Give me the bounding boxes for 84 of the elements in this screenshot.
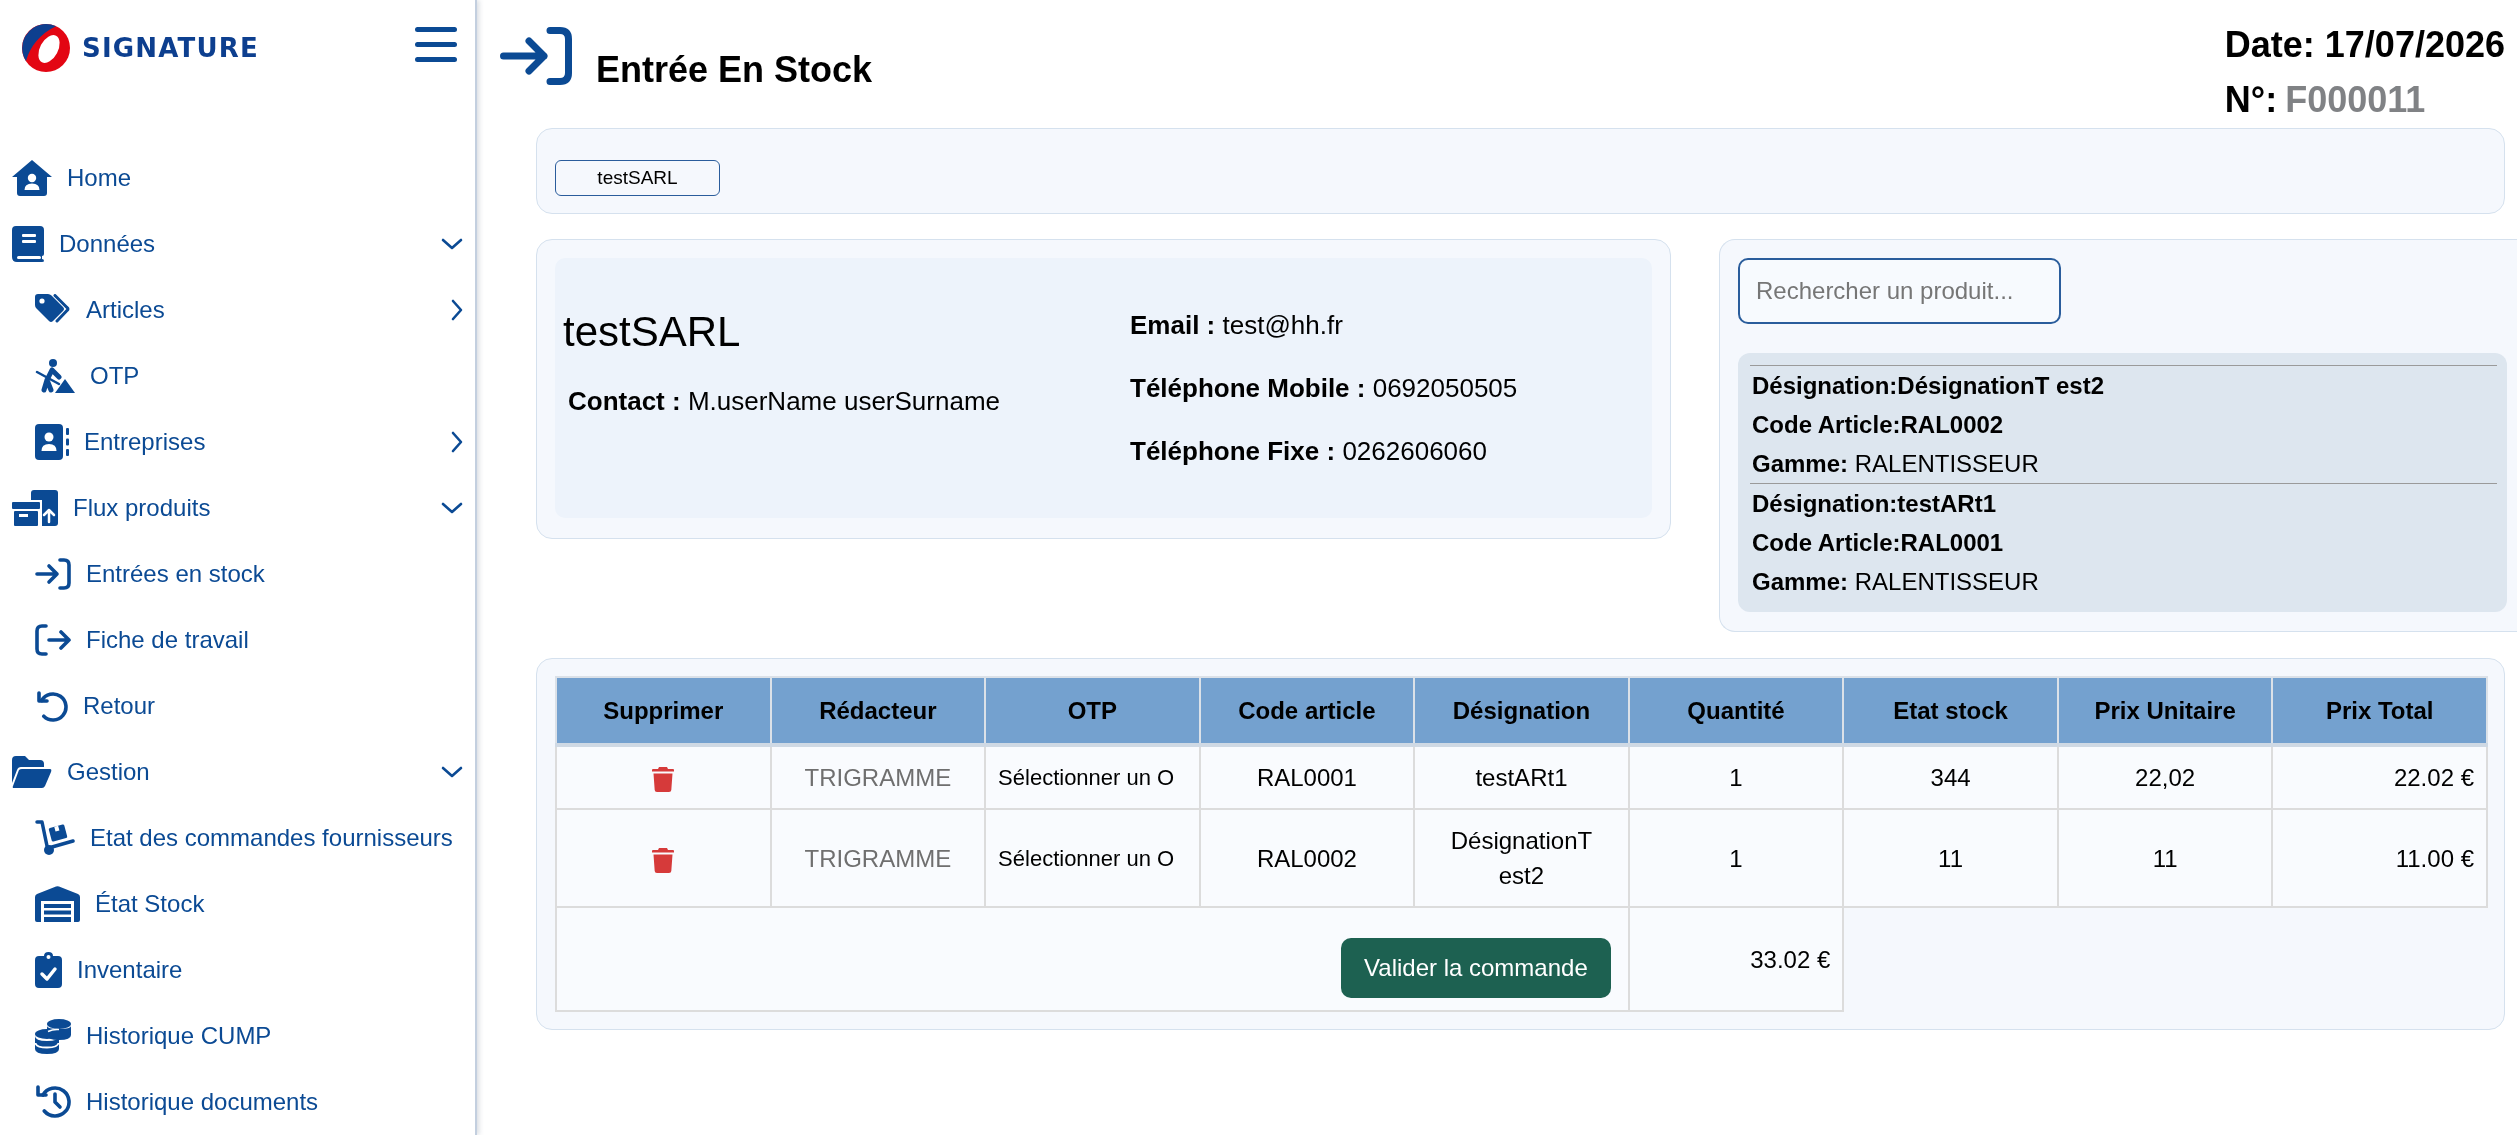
table-cell: 11.00 € — [2272, 809, 2487, 907]
trash-icon[interactable] — [652, 767, 675, 793]
result-designation[interactable]: Désignation:DésignationT est2 — [1750, 366, 2497, 405]
undo-icon — [35, 689, 68, 723]
result-range[interactable]: Gamme: RALENTISSEUR — [1750, 444, 2497, 483]
page-title: Entrée En Stock — [596, 50, 873, 90]
redacteur-input[interactable]: TRIGRAMME — [804, 840, 952, 876]
chevron-down-icon[interactable] — [441, 766, 463, 778]
sidebar-item[interactable]: Entrées en stock — [35, 558, 265, 590]
sidebar-item[interactable]: Flux produits — [12, 490, 211, 526]
column-header: Quantité — [1628, 677, 1844, 745]
result-designation[interactable]: Désignation:testARt1 — [1750, 484, 2497, 523]
sidebar-item[interactable]: Fiche de travail — [35, 624, 249, 656]
column-header: Prix Total — [2272, 677, 2487, 745]
search-field[interactable]: Rechercher un produit... — [1738, 258, 2061, 324]
table-cell: 33.02 € — [1628, 907, 1844, 1011]
sidebar-item[interactable]: État Stock — [35, 886, 205, 922]
menu-icon[interactable] — [415, 27, 457, 62]
result-code[interactable]: Code Article:RAL0001 — [1750, 523, 2497, 562]
client-detail: Téléphone Fixe : 0262606060 — [1130, 435, 1488, 468]
chevron-right-icon[interactable] — [451, 299, 463, 321]
table-cell: 11 — [2057, 809, 2273, 907]
client-detail: Téléphone Mobile : 0692050505 — [1130, 372, 1519, 405]
table-cell: testARt1 — [1414, 745, 1629, 809]
table-cell: 344 — [1843, 745, 2058, 809]
house-icon — [12, 160, 52, 196]
chevron-right-icon[interactable] — [451, 431, 463, 453]
history-icon — [35, 1084, 71, 1120]
sidebar-item[interactable]: Etat des commandes fournisseurs — [35, 820, 453, 856]
sign-out-icon — [35, 624, 71, 656]
table-cell: 11 — [1843, 809, 2058, 907]
sidebar-item[interactable]: Home — [12, 160, 132, 196]
sidebar-item[interactable]: Historique documents — [35, 1084, 319, 1120]
table-cell: 1 — [1628, 809, 1844, 907]
redacteur-input[interactable]: TRIGRAMME — [804, 760, 952, 795]
trash-icon[interactable] — [652, 847, 675, 873]
sidebar-item[interactable]: Gestion — [12, 756, 150, 788]
sidebar-item[interactable]: OTP — [35, 359, 140, 393]
logo-text: SIGNATURE — [82, 33, 260, 63]
logo-icon — [22, 24, 70, 72]
validate-order-button[interactable]: Valider la commande — [1341, 938, 1611, 998]
sidebar-item[interactable]: Entreprises — [35, 424, 206, 460]
column-header: Rédacteur — [770, 677, 986, 745]
column-header: Prix Unitaire — [2057, 677, 2273, 745]
column-header: Code article — [1199, 677, 1415, 745]
table-cell: 22,02 — [2057, 745, 2273, 809]
chevron-down-icon[interactable] — [441, 502, 463, 514]
coins-icon — [35, 1018, 71, 1054]
column-header: Désignation — [1414, 677, 1629, 745]
sidebar-item[interactable]: Articles — [35, 294, 165, 326]
table-cell: RAL0002 — [1199, 809, 1415, 907]
otp-select[interactable]: Sélectionner un O — [998, 760, 1187, 795]
table-cell: 22.02 € — [2272, 745, 2487, 809]
table-cell: 1 — [1628, 745, 1844, 809]
sidebar-item[interactable]: Données — [12, 226, 156, 262]
client-name: testSARL — [562, 307, 742, 357]
sidebar-item[interactable]: Retour — [35, 689, 156, 723]
column-header: OTP — [985, 677, 1200, 745]
column-header: Supprimer — [556, 677, 771, 745]
person-digging-icon — [35, 359, 75, 393]
document-number: F000011 — [2285, 80, 2426, 120]
document-date: Date: 17/07/2026 — [2224, 25, 2505, 65]
result-range[interactable]: Gamme: RALENTISSEUR — [1750, 562, 2497, 601]
contact-book-icon — [35, 424, 69, 460]
otp-select[interactable]: Sélectionner un O — [998, 840, 1187, 876]
table-cell: RAL0001 — [1199, 745, 1415, 809]
folder-icon — [12, 756, 52, 788]
client-contact: Contact : M.userName userSurname — [567, 385, 1001, 418]
hand-truck-icon — [35, 820, 75, 856]
book-icon — [12, 226, 44, 262]
number-label: N°: — [2224, 80, 2278, 120]
client-detail: Email : test@hh.fr — [1130, 309, 1344, 342]
boxes-arrow-icon — [12, 490, 58, 526]
garage-icon — [35, 886, 80, 922]
table-cell: DésignationT est2 — [1414, 809, 1629, 907]
column-header: Etat stock — [1843, 677, 2058, 745]
chevron-down-icon[interactable] — [441, 238, 463, 250]
sidebar-item[interactable]: Inventaire — [35, 952, 183, 988]
client-button[interactable]: testSARL — [555, 160, 720, 196]
sign-in-icon — [500, 27, 572, 85]
sidebar-item[interactable]: Historique CUMP — [35, 1018, 272, 1054]
result-code[interactable]: Code Article:RAL0002 — [1750, 405, 2497, 444]
clipboard-check-icon — [35, 952, 62, 988]
sign-in-icon — [35, 558, 71, 590]
